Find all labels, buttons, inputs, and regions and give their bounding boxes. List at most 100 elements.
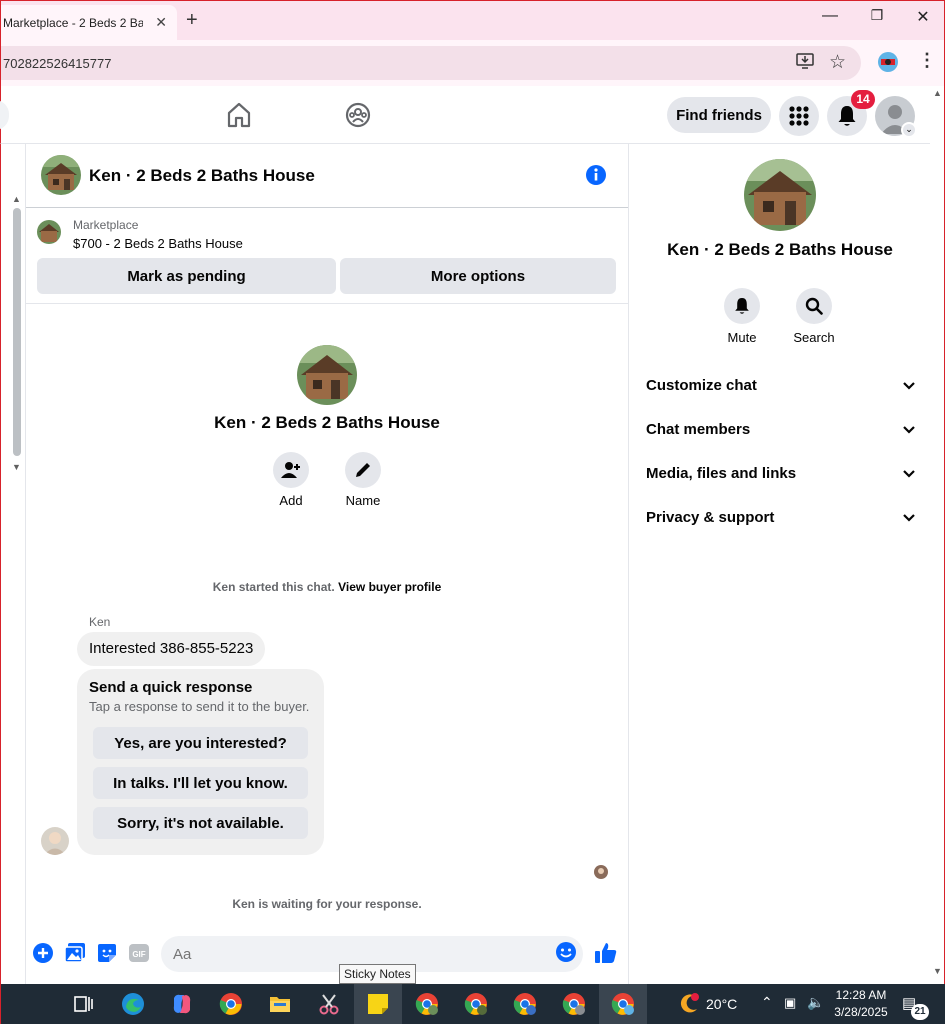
home-icon[interactable] xyxy=(224,100,254,130)
browser-tab-bar: Marketplace - 2 Beds 2 Bat ✕ + — ❐ ✕ xyxy=(0,0,945,41)
sender-avatar[interactable] xyxy=(41,827,69,855)
chrome-profile-icon[interactable] xyxy=(464,992,488,1016)
quick-response-subtitle: Tap a response to send it to the buyer. xyxy=(89,699,310,714)
section-label: Customize chat xyxy=(646,376,757,394)
chat-body: Ken · 2 Beds 2 Baths House Add Name Ken … xyxy=(26,304,628,930)
chevron-down-icon xyxy=(903,509,915,526)
edge-browser-icon[interactable] xyxy=(121,992,145,1016)
profile-avatar-icon[interactable] xyxy=(877,51,899,78)
mute-label: Mute xyxy=(727,330,757,345)
sidebar-scrollbar[interactable] xyxy=(13,208,21,456)
mute-button[interactable] xyxy=(724,288,760,324)
chrome-profile-icon[interactable] xyxy=(562,992,586,1016)
clock-date[interactable]: 3/28/2025 xyxy=(829,1005,893,1019)
quick-reply-in-talks[interactable]: In talks. I'll let you know. xyxy=(93,767,308,799)
volume-icon[interactable]: 🔈 xyxy=(807,994,824,1011)
gif-icon[interactable]: GIF xyxy=(128,942,152,966)
windows-taskbar: 20°C ⌃ ▣ 🔈 12:28 AM 3/28/2025 ▤ 21 xyxy=(0,984,945,1024)
message-bubble[interactable]: Interested 386-855-5223 xyxy=(77,632,266,666)
chrome-profile-icon[interactable] xyxy=(611,992,635,1016)
tab-title: Marketplace - 2 Beds 2 Bat xyxy=(3,16,143,30)
message-composer: GIF xyxy=(26,930,628,984)
chrome-icon[interactable] xyxy=(219,992,243,1016)
waiting-note: Ken is waiting for your response. xyxy=(232,897,422,911)
address-bar-area: 702822526415777 ☆ ⋮ xyxy=(0,40,945,86)
bell-icon xyxy=(838,106,856,126)
section-chat-members[interactable]: Chat members xyxy=(637,409,923,449)
chat-title[interactable]: Ken · 2 Beds 2 Baths House xyxy=(89,166,315,186)
scroll-down-icon[interactable]: ▼ xyxy=(12,462,21,472)
install-app-icon[interactable] xyxy=(796,53,814,74)
scroll-up-icon[interactable]: ▲ xyxy=(12,194,21,204)
search-label: Search xyxy=(793,330,835,345)
marketplace-banner: Marketplace $700 - 2 Beds 2 Baths House … xyxy=(26,208,628,304)
seen-receipt-avatar xyxy=(594,865,608,879)
photo-icon[interactable] xyxy=(64,942,88,966)
new-tab-icon[interactable]: + xyxy=(186,9,198,32)
info-icon[interactable] xyxy=(585,164,607,191)
browser-tab[interactable]: Marketplace - 2 Beds 2 Bat ✕ xyxy=(1,5,177,41)
network-icon[interactable]: ▣ xyxy=(784,995,796,1011)
search-in-chat-button[interactable] xyxy=(796,288,832,324)
view-buyer-profile-link[interactable]: View buyer profile xyxy=(338,580,441,594)
sticky-notes-icon[interactable] xyxy=(366,992,390,1016)
account-chevron-icon[interactable]: ⌄ xyxy=(901,122,917,138)
name-label: Name xyxy=(345,493,381,508)
chat-started-note: Ken started this chat. View buyer profil… xyxy=(26,580,628,594)
groups-icon[interactable] xyxy=(343,100,373,130)
thumbs-up-icon[interactable] xyxy=(594,941,618,965)
copilot-icon[interactable] xyxy=(170,992,194,1016)
notification-count-badge: 21 xyxy=(911,1004,929,1020)
section-label: Chat members xyxy=(646,420,751,438)
sticker-icon[interactable] xyxy=(96,942,120,966)
snipping-tool-icon[interactable] xyxy=(317,992,341,1016)
file-explorer-icon[interactable] xyxy=(268,992,292,1016)
section-label: Media, files and links xyxy=(646,464,797,482)
url-field[interactable]: 702822526415777 xyxy=(1,46,861,80)
chrome-profile-icon[interactable] xyxy=(513,992,537,1016)
task-view-icon[interactable] xyxy=(71,992,95,1016)
more-options-button[interactable]: More options xyxy=(340,258,616,294)
section-customize-chat[interactable]: Customize chat xyxy=(637,365,923,405)
minimize-icon[interactable]: — xyxy=(815,7,845,25)
bookmark-star-icon[interactable]: ☆ xyxy=(829,51,846,74)
grid-icon xyxy=(789,106,809,126)
browser-menu-icon[interactable]: ⋮ xyxy=(918,50,936,71)
quick-reply-not-available[interactable]: Sorry, it's not available. xyxy=(93,807,308,839)
edit-name-button[interactable] xyxy=(345,452,381,488)
clock-time[interactable]: 12:28 AM xyxy=(829,988,893,1002)
chat-header: Ken · 2 Beds 2 Baths House xyxy=(26,144,628,208)
quick-reply-interested[interactable]: Yes, are you interested? xyxy=(93,727,308,759)
page-scrollbar[interactable]: ▲ ▼ xyxy=(930,86,945,984)
restore-icon[interactable]: ❐ xyxy=(862,7,892,24)
mark-as-pending-button[interactable]: Mark as pending xyxy=(37,258,336,294)
menu-grid-button[interactable] xyxy=(779,96,819,136)
left-sidebar-strip: ▲ ▼ xyxy=(0,144,26,984)
chevron-down-icon xyxy=(903,465,915,482)
details-name: Ken · 2 Beds 2 Baths House xyxy=(667,240,893,259)
add-people-button[interactable] xyxy=(273,452,309,488)
weather-temp[interactable]: 20°C xyxy=(706,996,737,1012)
sticky-notes-tooltip: Sticky Notes xyxy=(339,964,416,984)
tray-expand-icon[interactable]: ⌃ xyxy=(761,994,773,1011)
quick-response-title: Send a quick response xyxy=(89,679,253,696)
page-scroll-up-icon[interactable]: ▲ xyxy=(933,88,942,98)
listing-price-title[interactable]: $700 - 2 Beds 2 Baths House xyxy=(73,236,243,251)
emoji-icon[interactable] xyxy=(555,941,579,965)
search-pill-edge[interactable] xyxy=(0,100,9,130)
chrome-profile-icon[interactable] xyxy=(415,992,439,1016)
section-media-files-links[interactable]: Media, files and links xyxy=(637,453,923,493)
find-friends-button[interactable]: Find friends xyxy=(667,97,771,133)
listing-thumbnail[interactable] xyxy=(37,220,61,244)
weather-icon[interactable] xyxy=(677,992,701,1016)
page-scroll-down-icon[interactable]: ▼ xyxy=(933,966,942,976)
pencil-icon xyxy=(356,463,370,477)
plus-icon[interactable] xyxy=(32,942,56,966)
section-label: Privacy & support xyxy=(646,508,775,526)
chat-avatar[interactable] xyxy=(41,155,81,195)
window-close-icon[interactable]: ✕ xyxy=(908,7,938,27)
tab-close-icon[interactable]: ✕ xyxy=(155,14,167,31)
add-person-icon xyxy=(281,462,300,478)
section-privacy-support[interactable]: Privacy & support xyxy=(637,497,923,537)
details-profile-picture[interactable] xyxy=(744,159,816,231)
